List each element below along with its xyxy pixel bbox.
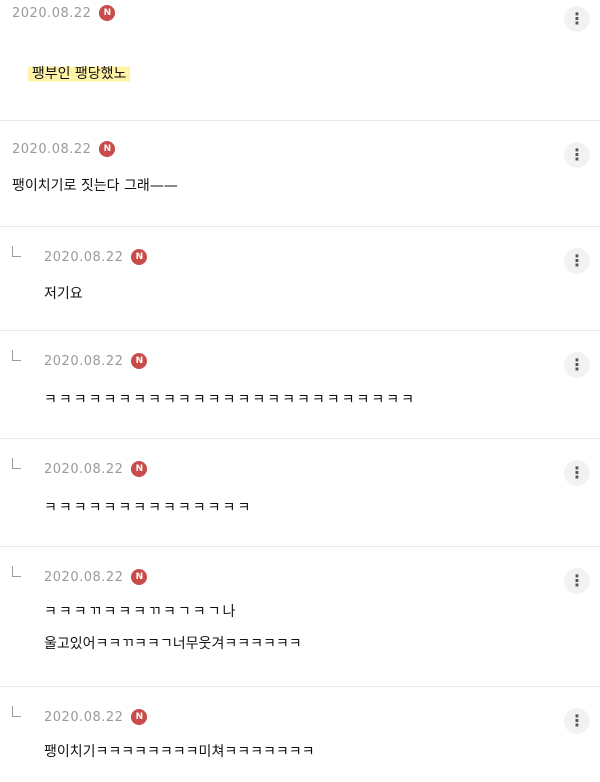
more-vertical-icon: ⋮ (569, 251, 585, 270)
comment-text-line: ㅋㅋㅋㄲㅋㅋㅋㄲㅋㄱㅋㄱ나 (44, 604, 238, 620)
reply-arrow-icon (12, 458, 21, 469)
divider (0, 546, 600, 547)
divider (0, 120, 600, 121)
more-vertical-icon: ⋮ (569, 145, 585, 164)
comment-meta: 2020.08.22 N (12, 2, 116, 24)
comment-date: 2020.08.22 (44, 353, 124, 369)
more-options-button[interactable]: ⋮ (564, 352, 590, 378)
reply-arrow-icon (12, 350, 21, 361)
comment-meta: 2020.08.22 N (44, 350, 148, 372)
comment-text: ㅋㅋㅋㅋㅋㅋㅋㅋㅋㅋㅋㅋㅋㅋ (44, 500, 253, 516)
more-vertical-icon: ⋮ (569, 571, 585, 590)
more-vertical-icon: ⋮ (569, 355, 585, 374)
reply-arrow-icon (12, 706, 21, 717)
comment-date: 2020.08.22 (44, 461, 124, 477)
comment-meta: 2020.08.22 N (44, 458, 148, 480)
reply-arrow-icon (12, 246, 21, 257)
more-options-button[interactable]: ⋮ (564, 708, 590, 734)
comment-date: 2020.08.22 (44, 249, 124, 265)
highlighted-text: 팽부인 팽당했노 (27, 64, 131, 84)
divider (0, 438, 600, 439)
comment-date: 2020.08.22 (12, 141, 92, 157)
comment-meta: 2020.08.22 N (12, 138, 116, 160)
divider (0, 226, 600, 227)
more-options-button[interactable]: ⋮ (564, 460, 590, 486)
new-badge: N (131, 249, 148, 265)
comment-text: 팽이치기ㅋㅋㅋㅋㅋㅋㅋㅋ미쳐ㅋㅋㅋㅋㅋㅋㅋ (44, 744, 315, 760)
comment-text: ㅋㅋㅋㅋㅋㅋㅋㅋㅋㅋㅋㅋㅋㅋㅋㅋㅋㅋㅋㅋㅋㅋㅋㅋㅋ (44, 392, 416, 408)
new-badge: N (99, 5, 116, 21)
new-badge: N (99, 141, 116, 157)
divider (0, 330, 600, 331)
comment-text: 팽부인 팽당했노 (10, 32, 131, 116)
comment-text: 팽이치기로 짓는다 그래—— (12, 178, 178, 194)
new-badge: N (131, 569, 148, 585)
more-options-button[interactable]: ⋮ (564, 568, 590, 594)
comment-text: 저기요 (44, 286, 83, 302)
more-vertical-icon: ⋮ (569, 9, 585, 28)
new-badge: N (131, 353, 148, 369)
comment-meta: 2020.08.22 N (44, 706, 148, 728)
more-options-button[interactable]: ⋮ (564, 142, 590, 168)
new-badge: N (131, 709, 148, 725)
comment-meta: 2020.08.22 N (44, 246, 148, 268)
more-options-button[interactable]: ⋮ (564, 248, 590, 274)
more-options-button[interactable]: ⋮ (564, 6, 590, 32)
more-vertical-icon: ⋮ (569, 463, 585, 482)
comment-date: 2020.08.22 (44, 569, 124, 585)
new-badge: N (131, 461, 148, 477)
reply-arrow-icon (12, 566, 21, 577)
comment-date: 2020.08.22 (12, 5, 92, 21)
more-vertical-icon: ⋮ (569, 711, 585, 730)
comment-meta: 2020.08.22 N (44, 566, 148, 588)
comment-text-line: 울고있어ㅋㅋㄲㅋㅋㄱ너무웃겨ㅋㅋㅋㅋㅋㅋ (44, 636, 302, 652)
divider (0, 686, 600, 687)
comment-date: 2020.08.22 (44, 709, 124, 725)
